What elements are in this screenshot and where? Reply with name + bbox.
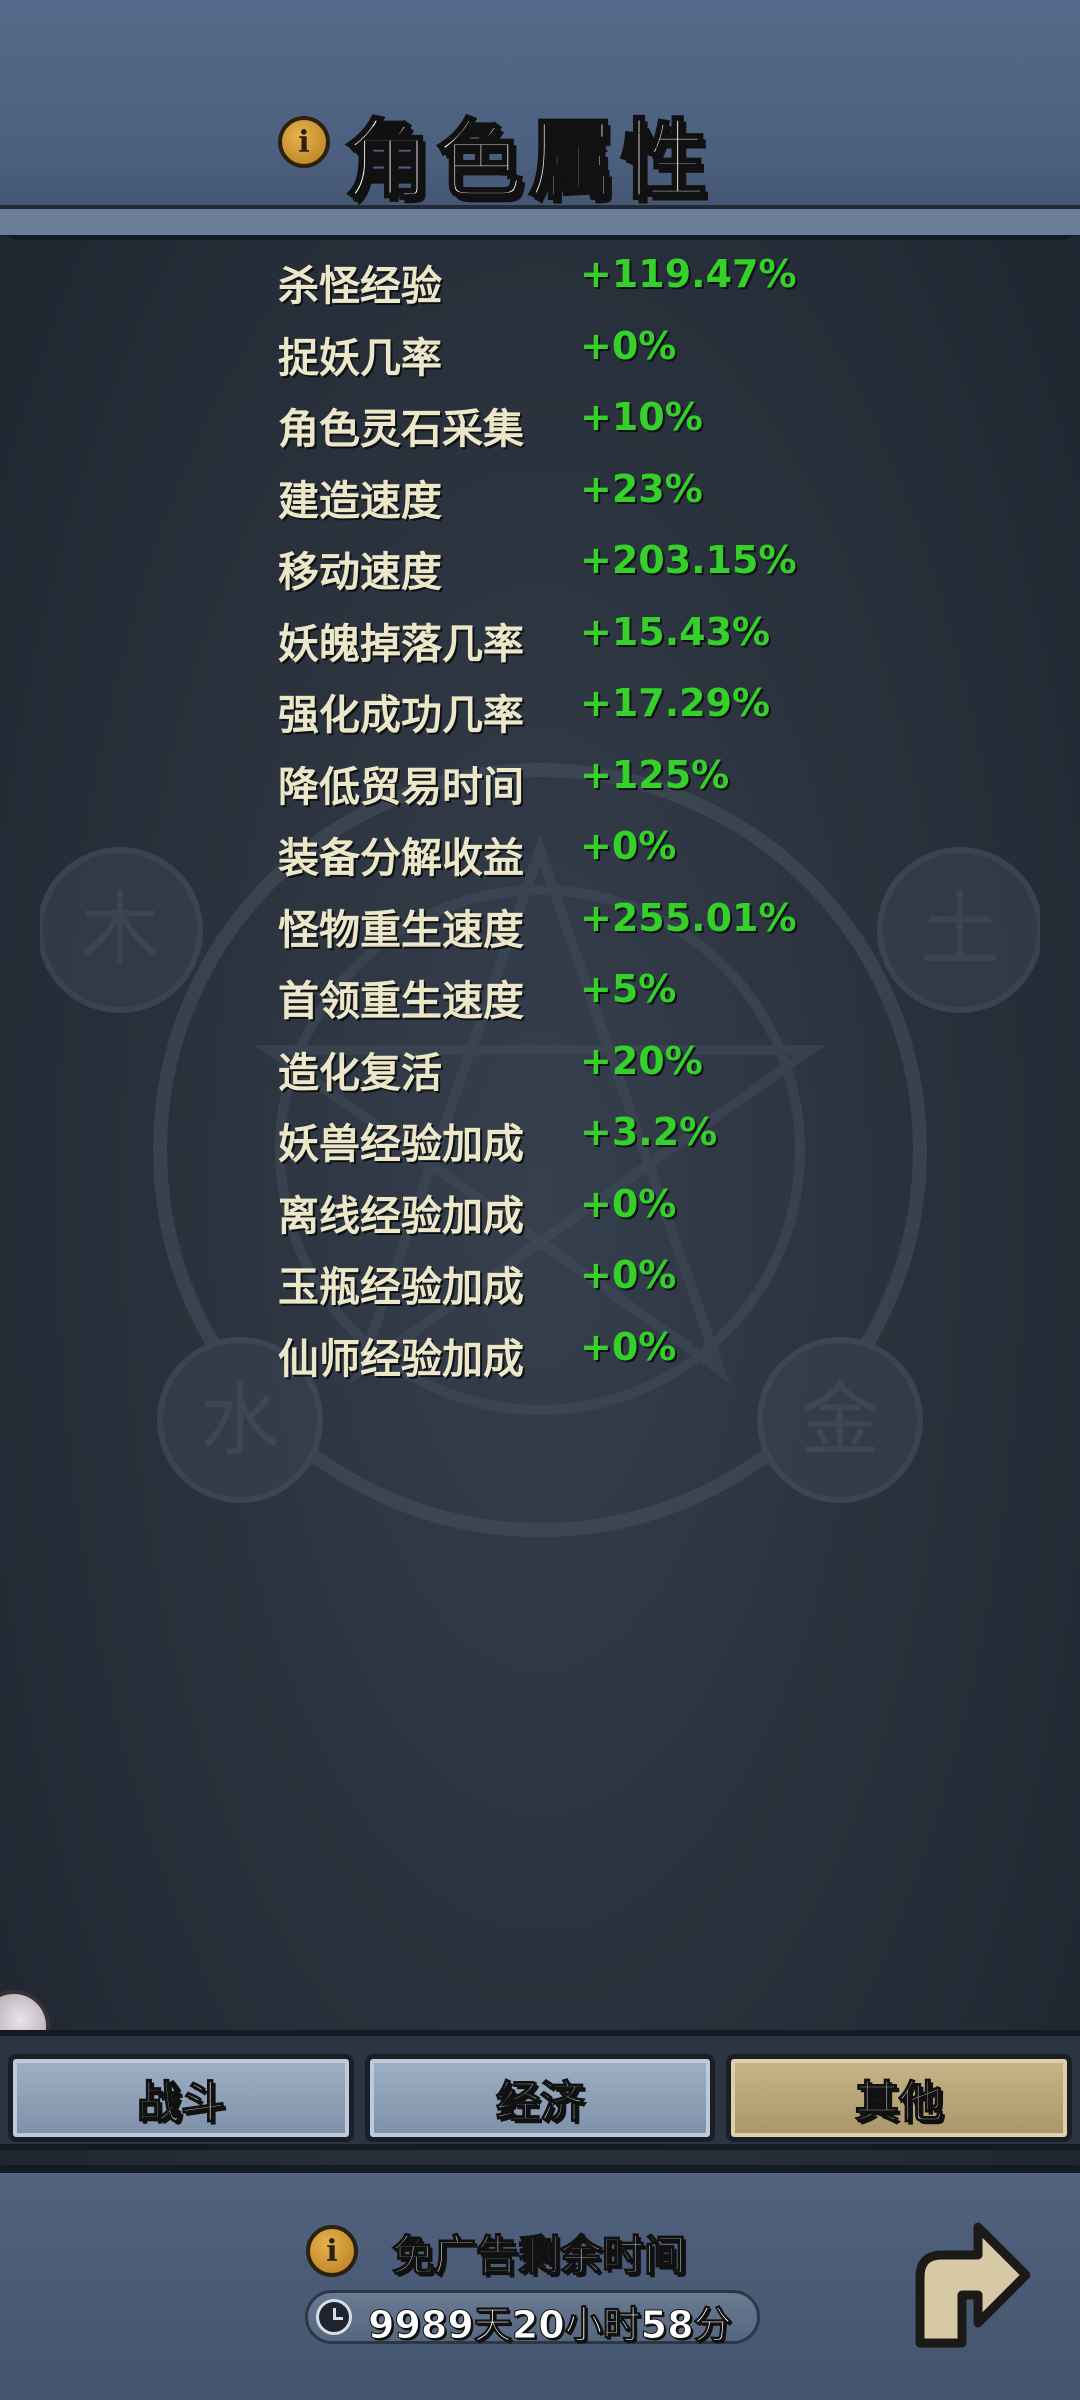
tab-bar: 战斗 经济 其他 (0, 2030, 1080, 2150)
element-water-glyph: 水 (200, 1374, 280, 1467)
attribute-label: 角色灵石采集 (278, 405, 524, 453)
attribute-row: 妖兽经验加成 +3.2% (278, 1110, 838, 1182)
attribute-list: 杀怪经验 +119.47% 捉妖几率 +0% 角色灵石采集 +10% 建造速度 … (278, 252, 838, 1396)
attribute-value: +5% (580, 967, 677, 1011)
attribute-label: 妖魄掉落几率 (278, 619, 524, 668)
attribute-row: 装备分解收益 +0% (278, 824, 838, 896)
attribute-label: 装备分解收益 (278, 834, 524, 882)
element-earth-glyph: 土 (920, 884, 1000, 977)
attribute-row: 捉妖几率 +0% (278, 324, 838, 396)
attribute-value: +0% (580, 1253, 677, 1297)
attribute-row: 玉瓶经验加成 +0% (278, 1253, 838, 1325)
attribute-value: +17.29% (580, 681, 771, 725)
attribute-label: 造化复活 (278, 1048, 442, 1097)
attribute-row: 仙师经验加成 +0% (278, 1325, 838, 1397)
attribute-value: +15.43% (580, 609, 771, 654)
attribute-value: +0% (580, 1324, 677, 1369)
attribute-label: 玉瓶经验加成 (278, 1263, 524, 1311)
attribute-label: 捉妖几率 (278, 333, 442, 382)
attribute-label: 首领重生速度 (278, 977, 524, 1025)
element-wood-glyph: 木 (80, 884, 160, 977)
attribute-value: +23% (580, 466, 703, 511)
attribute-row: 建造速度 +23% (278, 467, 838, 539)
return-arrow-icon[interactable] (900, 2215, 1030, 2355)
attribute-row: 离线经验加成 +0% (278, 1182, 838, 1254)
attribute-label: 怪物重生速度 (278, 905, 524, 954)
attribute-row: 强化成功几率 +17.29% (278, 681, 838, 753)
attribute-row: 造化复活 +20% (278, 1039, 838, 1111)
attribute-label: 降低贸易时间 (278, 762, 524, 811)
attribute-value: +3.2% (580, 1110, 718, 1154)
attribute-value: +0% (580, 824, 677, 868)
attribute-label: 强化成功几率 (278, 691, 524, 739)
attribute-row: 首领重生速度 +5% (278, 967, 838, 1039)
attribute-value: +0% (580, 1181, 677, 1226)
attribute-row: 降低贸易时间 +125% (278, 753, 838, 825)
attribute-row: 杀怪经验 +119.47% (278, 252, 838, 324)
attribute-value: +203.15% (580, 538, 797, 582)
attribute-label: 移动速度 (278, 548, 442, 596)
attribute-value: +119.47% (580, 252, 797, 296)
info-icon[interactable]: i (278, 116, 330, 168)
ad-free-remaining: 9989天20小时58分 (368, 2303, 733, 2348)
attribute-label: 仙师经验加成 (278, 1334, 524, 1383)
attribute-row: 移动速度 +203.15% (278, 538, 838, 610)
attribute-value: +10% (580, 395, 703, 439)
attribute-row: 妖魄掉落几率 +15.43% (278, 610, 838, 682)
attribute-label: 离线经验加成 (278, 1191, 524, 1240)
page-title: 角色属性 (344, 110, 713, 213)
tab-other[interactable]: 其他 (726, 2054, 1072, 2142)
tab-economy[interactable]: 经济 (365, 2054, 715, 2142)
ad-free-title: 免广告剩余时间 (391, 2230, 687, 2281)
info-icon[interactable]: i (306, 2225, 358, 2277)
attribute-value: +20% (580, 1038, 703, 1083)
attribute-row: 角色灵石采集 +10% (278, 395, 838, 467)
attribute-label: 妖兽经验加成 (278, 1120, 524, 1168)
attribute-value: +0% (580, 323, 677, 368)
attribute-label: 建造速度 (278, 476, 442, 525)
attribute-label: 杀怪经验 (278, 262, 442, 310)
attribute-row: 怪物重生速度 +255.01% (278, 896, 838, 968)
tab-battle[interactable]: 战斗 (8, 2054, 354, 2142)
attribute-value: +125% (580, 752, 730, 797)
attribute-value: +255.01% (580, 895, 797, 940)
clock-icon (316, 2299, 352, 2335)
